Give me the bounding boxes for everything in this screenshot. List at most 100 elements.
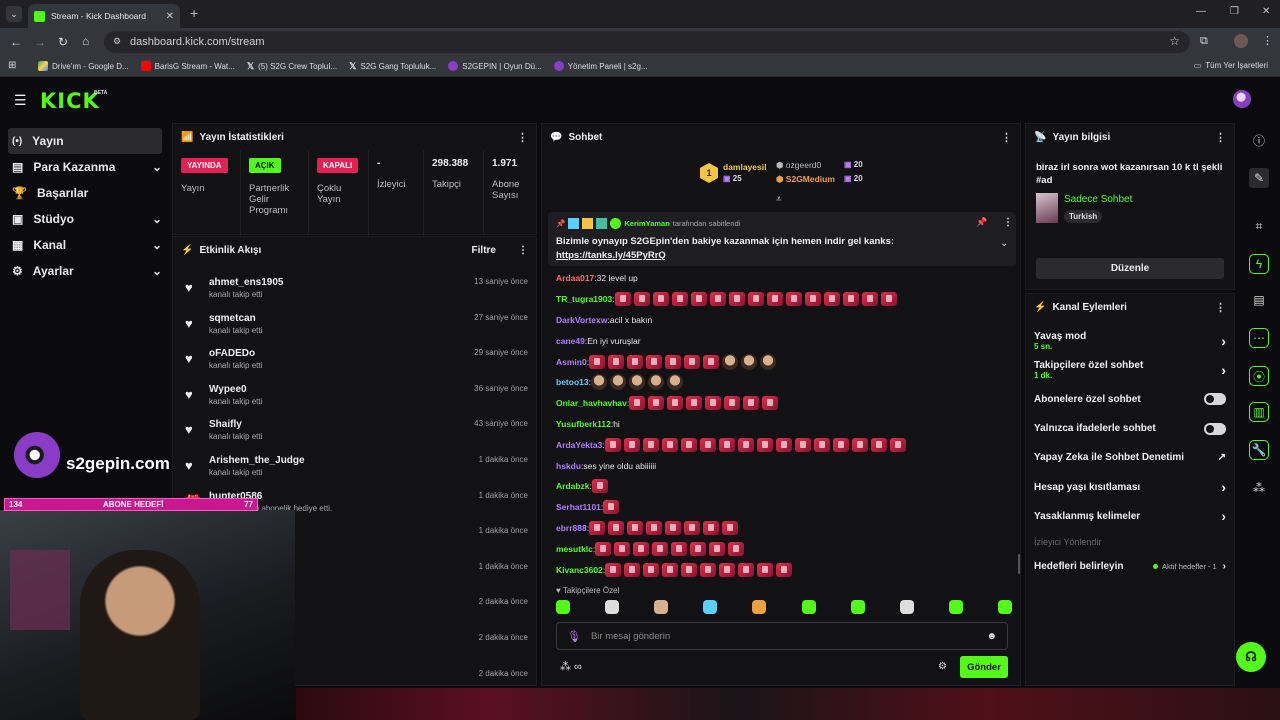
hamburger-menu-icon[interactable]: ☰ — [14, 92, 27, 109]
emote-icon[interactable] — [609, 374, 626, 391]
emote-icon[interactable] — [614, 292, 631, 307]
chat-scrollbar[interactable] — [1018, 554, 1020, 574]
emote-icon[interactable] — [589, 520, 606, 535]
emote-icon[interactable] — [842, 292, 859, 307]
chat-username[interactable]: DarkVortexw — [556, 315, 607, 325]
quick-emote-icon[interactable] — [997, 600, 1012, 614]
filter-button[interactable]: Filtre — [472, 245, 496, 256]
emote-icon[interactable] — [624, 562, 641, 577]
event-user[interactable]: oFADEDo — [209, 348, 262, 359]
channel-action-item[interactable]: Takipçilere özel sohbet 1 dk. › — [1026, 355, 1234, 384]
kick-logo[interactable]: KICK — [40, 89, 100, 113]
leader-name[interactable]: ⬢ ozgeerd0 — [776, 160, 821, 171]
minimize-button[interactable]: — — [1196, 6, 1206, 17]
info-icon[interactable]: ⓘ — [1249, 130, 1269, 150]
emote-icon[interactable] — [604, 437, 621, 452]
emote-icon[interactable] — [703, 520, 720, 535]
chat-username[interactable]: Ardabzk — [556, 481, 590, 491]
channel-action-item[interactable]: Yavaş mod 5 sn. › — [1026, 326, 1234, 355]
new-tab-button[interactable]: + — [190, 5, 198, 21]
emote-icon[interactable] — [889, 437, 906, 452]
emote-icon[interactable] — [647, 374, 664, 391]
emote-icon[interactable] — [633, 541, 650, 556]
emote-icon[interactable] — [794, 437, 811, 452]
emote-icon[interactable] — [665, 354, 682, 369]
bookmark-item[interactable]: 𝕏 S2G Gang Topluluk... — [349, 61, 436, 72]
apps-icon[interactable]: ⁂ — [1249, 478, 1269, 498]
chat-input[interactable]: 🎙 Bir mesaj gönderin ☻ — [556, 622, 1008, 650]
emote-icon[interactable] — [728, 292, 745, 307]
storage-icon[interactable]: ▥ — [1249, 402, 1269, 422]
emote-icon[interactable] — [823, 292, 840, 307]
emote-icon[interactable] — [756, 437, 773, 452]
emote-icon[interactable] — [680, 437, 697, 452]
emote-icon[interactable] — [699, 437, 716, 452]
emote-icon[interactable] — [851, 437, 868, 452]
emote-icon[interactable] — [861, 292, 878, 307]
bookmark-star-icon[interactable]: ☆ — [1169, 34, 1180, 48]
pinned-link[interactable]: https://tanks.ly/45PyRrQ — [556, 250, 666, 261]
chat-username[interactable]: mesutklc — [556, 544, 593, 554]
bookmark-item[interactable]: Drive'ım - Google D... — [38, 61, 129, 71]
all-bookmarks-folder[interactable]: ▭ Tüm Yer İşaretleri — [1194, 61, 1268, 70]
leader-name[interactable]: ⬢ S2GMedium — [776, 174, 835, 185]
emote-icon[interactable] — [646, 520, 663, 535]
quick-emote-icon[interactable] — [899, 600, 914, 614]
emote-icon[interactable] — [813, 437, 830, 452]
emote-icon[interactable] — [652, 541, 669, 556]
more-options-icon[interactable]: ⋮ — [1003, 217, 1013, 228]
category-link[interactable]: Sadece Sohbet — [1064, 194, 1132, 205]
emote-icon[interactable] — [690, 292, 707, 307]
emote-icon[interactable] — [870, 437, 887, 452]
emote-icon[interactable] — [667, 396, 684, 411]
bookmark-item[interactable]: 𝕏 (5) S2G Crew TopluI... — [247, 61, 337, 72]
lightning-icon[interactable]: ϟ — [1249, 254, 1269, 274]
apps-grid-icon[interactable]: ⊞ — [8, 60, 16, 71]
sidebar-item-yayin[interactable]: (•) Yayın — [8, 128, 162, 154]
emote-icon[interactable] — [776, 562, 793, 577]
emote-icon[interactable] — [681, 562, 698, 577]
more-options-icon[interactable]: ⋮ — [1001, 131, 1012, 144]
channel-action-item[interactable]: Yapay Zeka ile Sohbet Denetimi ↗ — [1026, 443, 1234, 472]
browser-menu-icon[interactable]: ⋮ — [1262, 34, 1273, 47]
emote-icon[interactable] — [785, 292, 802, 307]
collapse-arrow-icon[interactable]: ⩡ — [776, 194, 782, 205]
tab-list-button[interactable]: ⌄ — [6, 6, 22, 22]
chat-username[interactable]: hskdu — [556, 461, 581, 471]
pinned-author[interactable]: KerimYaman — [624, 219, 669, 228]
more-options-icon[interactable]: ⋮ — [518, 245, 528, 256]
chevron-right-icon[interactable]: › — [1221, 479, 1226, 495]
emote-icon[interactable] — [642, 437, 659, 452]
emote-icon[interactable] — [709, 541, 726, 556]
emote-icon[interactable] — [722, 520, 739, 535]
forward-icon[interactable]: → — [34, 35, 46, 49]
emote-icon[interactable] — [643, 562, 660, 577]
home-icon[interactable]: ⌂ — [82, 34, 89, 48]
quick-emote-icon[interactable] — [654, 600, 669, 614]
emote-icon[interactable] — [595, 541, 612, 556]
emote-icon[interactable] — [684, 520, 701, 535]
emote-icon[interactable] — [671, 541, 688, 556]
more-options-icon[interactable]: ⋮ — [517, 131, 528, 144]
emote-icon[interactable] — [666, 374, 683, 391]
quick-emote-icon[interactable] — [556, 600, 570, 614]
maximize-button[interactable]: ❐ — [1230, 6, 1239, 17]
user-avatar[interactable] — [1233, 90, 1251, 108]
emote-icon[interactable] — [738, 562, 755, 577]
toggle-switch[interactable] — [1204, 393, 1226, 406]
event-user[interactable]: ahmet_ens1905 — [209, 277, 284, 288]
event-user[interactable]: Arishem_the_Judge — [209, 455, 305, 466]
quick-emote-icon[interactable] — [752, 600, 767, 614]
channel-action-item[interactable]: Abonelere özel sohbet — [1026, 385, 1234, 414]
chat-username[interactable]: Onlar_havhavhav — [556, 398, 627, 408]
browser-tab[interactable]: Stream - Kick Dashboard ✕ — [28, 4, 180, 28]
emote-icon[interactable] — [700, 562, 717, 577]
emoji-icon[interactable]: ☻ — [986, 631, 997, 642]
chat-username[interactable]: Yusufberk112 — [556, 419, 611, 429]
support-headset-icon[interactable]: ☊ — [1236, 642, 1266, 672]
leader-name[interactable]: damlayesil — [723, 162, 766, 172]
emote-icon[interactable] — [627, 520, 644, 535]
chat-username[interactable]: Ardaa017 — [556, 273, 594, 283]
emote-icon[interactable] — [629, 396, 646, 411]
emote-icon[interactable] — [661, 437, 678, 452]
